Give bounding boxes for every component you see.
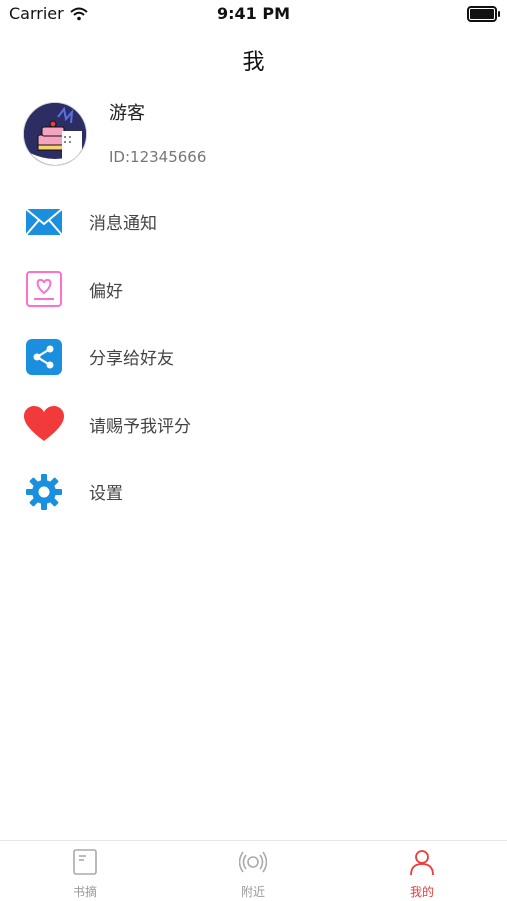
- heart-icon: [24, 404, 64, 444]
- menu-item-share[interactable]: 分享给好友: [0, 323, 507, 391]
- person-icon: [410, 850, 434, 876]
- tab-me[interactable]: 我的: [362, 841, 482, 901]
- menu-label-notifications: 消息通知: [89, 214, 157, 235]
- gear-icon: [24, 472, 64, 512]
- settings-menu: 消息通知 偏好 分享给好友 请赐予我评分 设置: [0, 188, 507, 526]
- username: 游客: [109, 103, 145, 124]
- page-title: 我: [242, 50, 265, 75]
- menu-label-share: 分享给好友: [89, 349, 174, 370]
- tab-excerpts[interactable]: 书摘: [25, 841, 145, 901]
- status-time: 9:41 PM: [216, 4, 290, 23]
- menu-item-preferences[interactable]: 偏好: [0, 256, 507, 324]
- radar-icon: [239, 851, 267, 873]
- tab-label-excerpts: 书摘: [72, 885, 97, 899]
- battery-icon: [467, 6, 500, 22]
- book-icon: [73, 849, 97, 875]
- tab-bar: 书摘 附近 我的: [0, 840, 507, 901]
- heart-card-icon: [24, 269, 64, 309]
- envelope-icon: [24, 202, 64, 242]
- tab-label-nearby: 附近: [240, 885, 265, 899]
- menu-label-preferences: 偏好: [89, 281, 123, 302]
- tab-nearby[interactable]: 附近: [193, 841, 313, 901]
- cake-avatar-image: [24, 103, 86, 165]
- menu-label-settings: 设置: [89, 484, 123, 505]
- menu-item-settings[interactable]: 设置: [0, 458, 507, 526]
- menu-item-notifications[interactable]: 消息通知: [0, 188, 507, 256]
- share-icon: [24, 337, 64, 377]
- status-bar: Carrier 9:41 PM: [0, 0, 507, 30]
- avatar[interactable]: [23, 102, 87, 166]
- tab-label-me: 我的: [409, 885, 434, 899]
- menu-item-rate[interactable]: 请赐予我评分: [0, 391, 507, 459]
- menu-label-rate: 请赐予我评分: [89, 416, 191, 437]
- user-id: ID:12345666: [109, 148, 207, 166]
